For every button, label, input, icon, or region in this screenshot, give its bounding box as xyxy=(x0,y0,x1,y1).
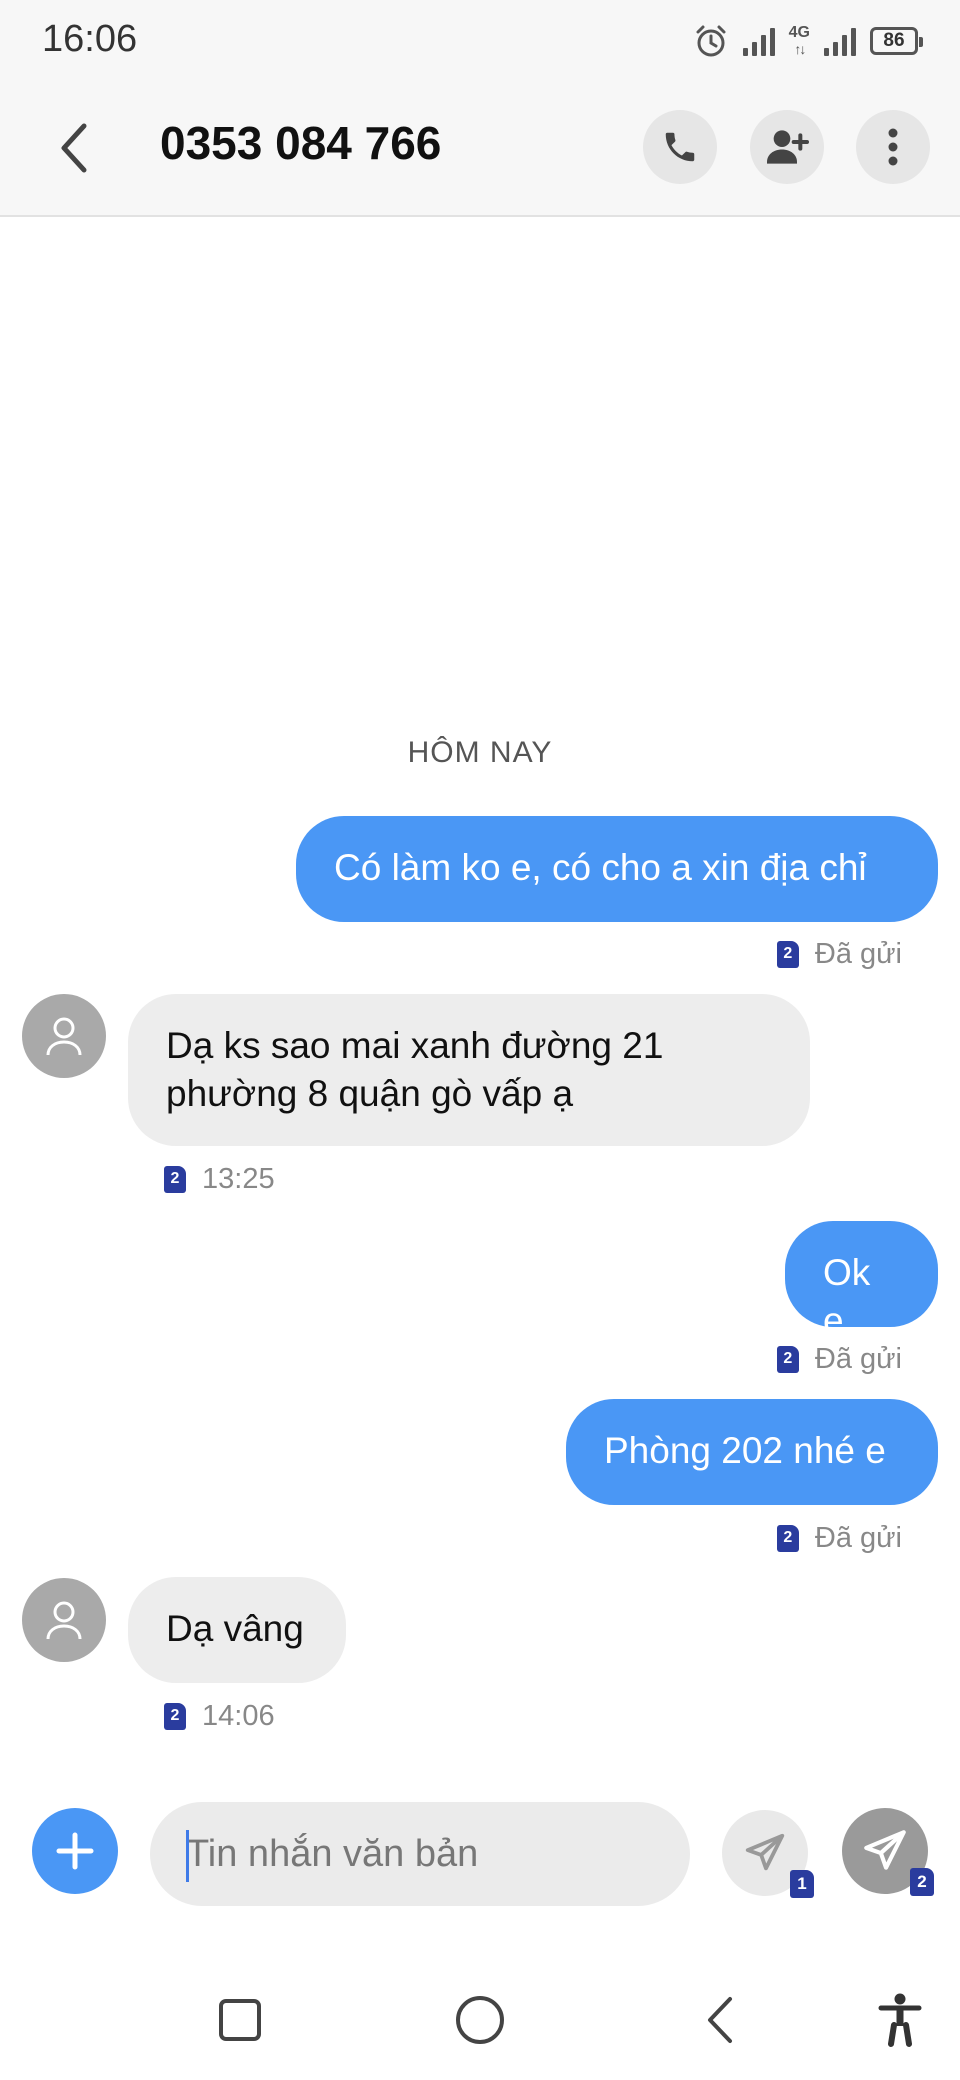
sim-icon: 2 xyxy=(776,1345,799,1373)
network-type-icon: 4G ↑↓ xyxy=(788,24,810,58)
recents-button[interactable] xyxy=(208,1988,272,2052)
home-button[interactable] xyxy=(448,1988,512,2052)
message-meta: 2 14:06 xyxy=(164,1699,275,1733)
more-options-button[interactable] xyxy=(856,110,930,184)
message-bubble-incoming[interactable]: Dạ vâng xyxy=(128,1577,346,1683)
phone-icon xyxy=(665,132,695,162)
message-text: Phòng 202 nhé e xyxy=(604,1430,886,1471)
person-icon xyxy=(46,1601,82,1640)
message-text: Dạ vâng xyxy=(166,1608,304,1649)
sim1-badge: 1 xyxy=(790,1870,814,1898)
battery-level: 86 xyxy=(883,30,905,51)
message-text: Có làm ko e, có cho a xin địa chỉ xyxy=(334,847,867,888)
contact-avatar[interactable] xyxy=(22,1578,106,1662)
back-triangle-icon xyxy=(708,1997,732,2043)
send-sim2-button[interactable]: 2 xyxy=(842,1808,934,1896)
contact-title: 0353 084 766 xyxy=(160,117,442,169)
send-icon xyxy=(864,1830,906,1870)
send-icon xyxy=(745,1833,785,1871)
back-icon xyxy=(61,123,87,173)
person-icon xyxy=(46,1017,82,1056)
sim-icon: 2 xyxy=(776,1524,799,1552)
message-text: Ok e xyxy=(823,1252,871,1341)
sim2-badge: 2 xyxy=(910,1868,934,1896)
message-meta: 2 Đã gửi xyxy=(776,937,902,971)
message-meta: 2 Đã gửi xyxy=(776,1342,902,1376)
status-time: 16:06 xyxy=(42,18,138,60)
battery-icon: 86 xyxy=(870,27,923,55)
message-text: Dạ ks sao mai xanh đường 21 phường 8 quậ… xyxy=(166,1025,664,1114)
message-meta: 2 Đã gửi xyxy=(776,1521,902,1555)
accessibility-icon xyxy=(878,1993,922,2047)
network-type-label: 4G xyxy=(788,24,810,41)
message-bubble-outgoing[interactable]: Phòng 202 nhé e xyxy=(566,1399,938,1505)
message-input[interactable] xyxy=(150,1802,690,1906)
back-nav-button[interactable] xyxy=(688,1988,752,2052)
sim-icon: 2 xyxy=(776,940,799,968)
date-separator: HÔM NAY xyxy=(407,736,553,769)
message-status: Đã gửi xyxy=(814,937,902,970)
send-sim1-button[interactable]: 1 xyxy=(722,1810,814,1898)
add-contact-button[interactable] xyxy=(750,110,824,184)
add-attachment-button[interactable] xyxy=(32,1808,118,1894)
message-bubble-outgoing[interactable]: Có làm ko e, có cho a xin địa chỉ xyxy=(296,816,938,922)
back-button[interactable] xyxy=(44,112,104,184)
signal-icon-sim2 xyxy=(824,26,856,56)
more-icon xyxy=(888,128,898,166)
signal-icon-sim1 xyxy=(742,26,775,56)
conversation-header: 0353 084 766 xyxy=(0,80,960,217)
add-contact-icon xyxy=(767,130,809,164)
contact-avatar[interactable] xyxy=(22,994,106,1078)
text-cursor xyxy=(186,1830,189,1882)
alarm-icon xyxy=(696,25,726,57)
message-status: Đã gửi xyxy=(814,1342,902,1375)
sim-icon: 2 xyxy=(164,1702,186,1730)
circle-icon xyxy=(456,1996,504,2044)
message-status: Đã gửi xyxy=(814,1521,902,1554)
message-time: 14:06 xyxy=(202,1699,275,1732)
accessibility-button[interactable] xyxy=(868,1988,932,2052)
navigation-bar xyxy=(0,1960,960,2080)
message-meta: 2 13:25 xyxy=(164,1162,275,1196)
message-time: 13:25 xyxy=(202,1162,275,1195)
status-icons: 4G ↑↓ 86 xyxy=(693,20,923,62)
status-bar: 16:06 4G ↑↓ 86 xyxy=(0,0,960,80)
square-icon xyxy=(219,1999,261,2041)
call-button[interactable] xyxy=(643,110,717,184)
message-bubble-incoming[interactable]: Dạ ks sao mai xanh đường 21 phường 8 quậ… xyxy=(128,994,810,1146)
sim-icon: 2 xyxy=(164,1165,186,1193)
message-bubble-outgoing[interactable]: Ok e xyxy=(785,1221,938,1341)
plus-icon xyxy=(56,1832,94,1870)
